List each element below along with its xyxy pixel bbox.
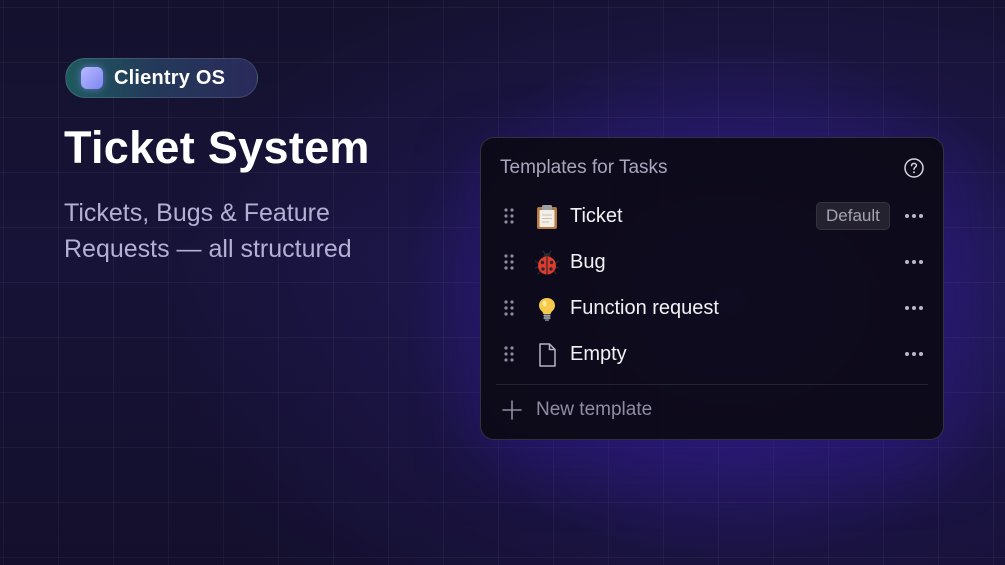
help-circle-icon[interactable] bbox=[904, 158, 924, 178]
blank-document-icon bbox=[539, 343, 556, 367]
drag-handle-icon[interactable] bbox=[502, 299, 516, 317]
hero-title: Ticket System bbox=[64, 122, 370, 173]
template-row-function-request[interactable]: Function request bbox=[481, 288, 943, 328]
more-options-icon[interactable] bbox=[904, 259, 924, 265]
drag-handle-icon[interactable] bbox=[502, 345, 516, 363]
new-template-button[interactable]: New template bbox=[501, 395, 652, 425]
panel-title: Templates for Tasks bbox=[500, 157, 668, 178]
template-label: Function request bbox=[570, 297, 719, 319]
default-badge: Default bbox=[816, 202, 890, 230]
template-label: Empty bbox=[570, 343, 627, 365]
divider bbox=[496, 384, 928, 385]
template-label: Ticket bbox=[570, 205, 623, 227]
templates-panel: Templates for Tasks Ticket Default Bug F… bbox=[480, 137, 944, 440]
new-template-label: New template bbox=[536, 399, 653, 420]
drag-handle-icon[interactable] bbox=[502, 253, 516, 271]
more-options-icon[interactable] bbox=[904, 305, 924, 311]
template-row-bug[interactable]: Bug bbox=[481, 242, 943, 282]
brand-pill: Clientry OS bbox=[65, 58, 258, 98]
brand-logo-icon bbox=[81, 67, 103, 89]
more-options-icon[interactable] bbox=[904, 351, 924, 357]
ladybug-icon bbox=[534, 250, 560, 275]
drag-handle-icon[interactable] bbox=[502, 207, 516, 225]
plus-icon bbox=[502, 400, 522, 420]
template-row-ticket[interactable]: Ticket Default bbox=[481, 196, 943, 236]
template-row-empty[interactable]: Empty bbox=[481, 334, 943, 374]
more-options-icon[interactable] bbox=[904, 213, 924, 219]
hero-subtitle: Tickets, Bugs & Feature Requests — all s… bbox=[64, 199, 352, 263]
brand-name: Clientry OS bbox=[114, 66, 226, 89]
template-label: Bug bbox=[570, 251, 606, 273]
clipboard-icon bbox=[537, 205, 557, 229]
light-bulb-icon bbox=[539, 298, 555, 322]
